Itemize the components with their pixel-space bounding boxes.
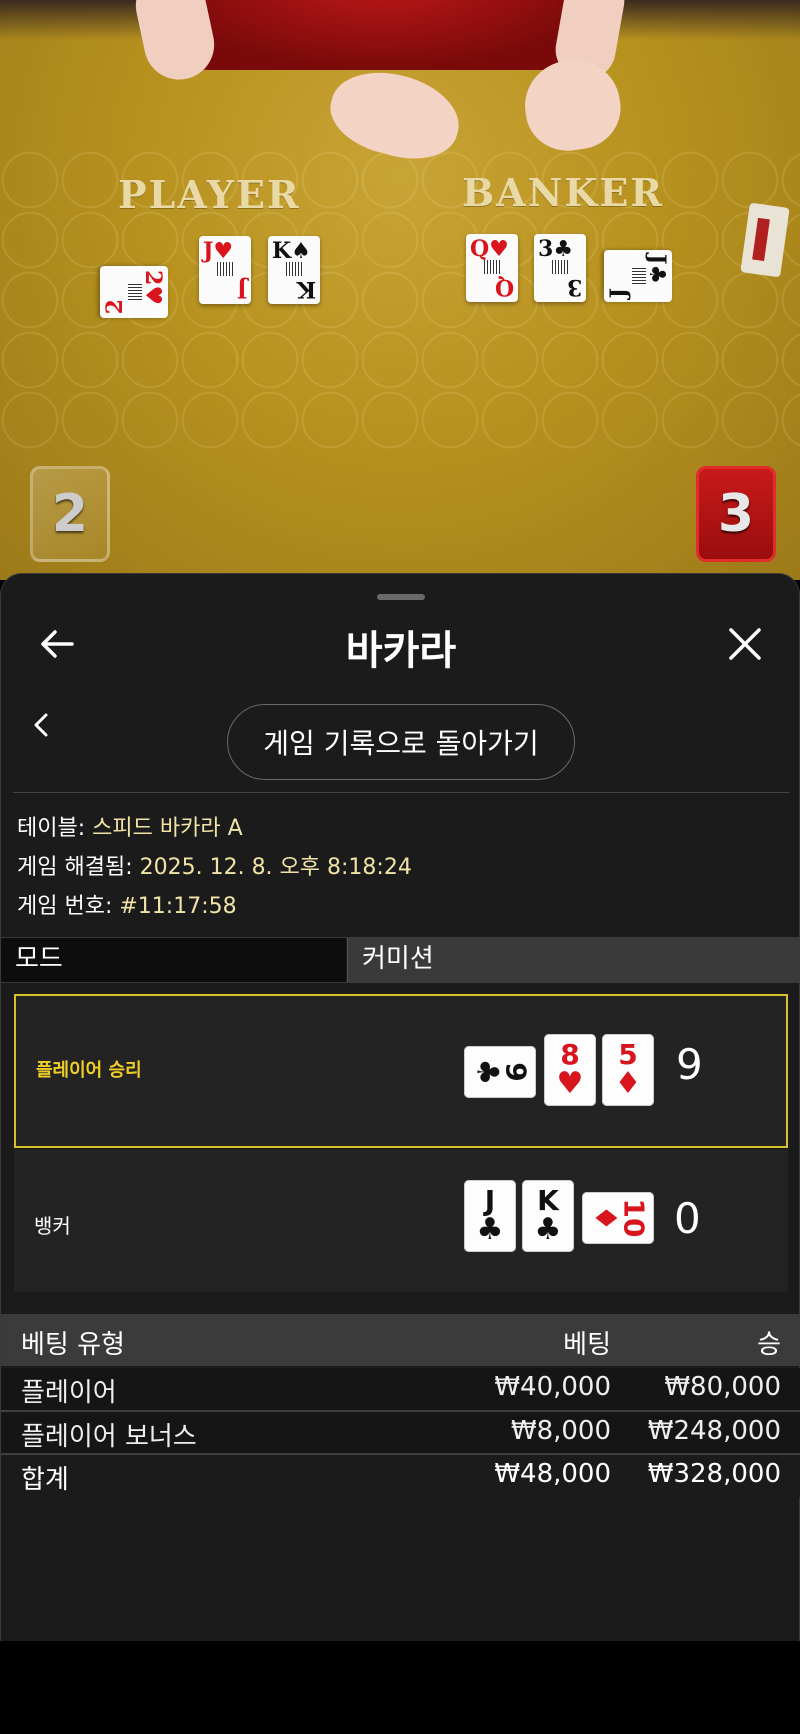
bet-amount-cell: ₩40,000 <box>494 1372 611 1402</box>
table-info: 테이블: 스피드 바카라 A <box>17 810 243 842</box>
bets-table-header: 베팅 유형 베팅 승 <box>1 1314 800 1366</box>
sheet-drag-handle[interactable] <box>377 594 425 600</box>
table-player-card-3: K♠ K <box>268 236 320 304</box>
banker-score-badge: 3 <box>696 466 776 562</box>
banker-result-row: 뱅커 J ♣ K ♣ 10 ♦ 0 <box>14 1150 788 1292</box>
win-amount-cell: ₩248,000 <box>647 1416 781 1446</box>
table-info-label: 테이블: <box>17 816 86 841</box>
header-win: 승 <box>757 1330 781 1360</box>
table-row: 플레이어 보너스 ₩8,000 ₩248,000 <box>1 1412 800 1454</box>
divider <box>13 792 789 793</box>
game-number-value: #11:17:58 <box>119 894 237 919</box>
table-player-card-2: J♥ J <box>199 236 251 304</box>
table-banker-card-3: J♣ J <box>604 250 672 302</box>
resolved-info: 게임 해결됨: 2025. 12. 8. 오후 8:18:24 <box>17 849 412 881</box>
header-bet-type: 베팅 유형 <box>21 1330 125 1360</box>
win-amount-cell: ₩80,000 <box>664 1372 781 1402</box>
mode-label: 모드 <box>1 938 346 982</box>
sheet-title: 바카라 <box>345 628 457 674</box>
player-result-label: 플레이어 승리 <box>36 1060 142 1081</box>
header-bet: 베팅 <box>563 1330 611 1360</box>
resolved-info-value: 2025. 12. 8. 오후 8:18:24 <box>139 855 412 880</box>
live-video-feed: PLAYER BANKER 2♥ 2 J♥ J K♠ K Q♥ Q 3♣ 3 J… <box>0 0 800 580</box>
resolved-info-label: 게임 해결됨: <box>17 855 133 880</box>
chevron-left-icon <box>34 713 48 737</box>
table-banker-card-1: Q♥ Q <box>466 234 518 302</box>
table-banker-label: BANKER <box>462 170 664 215</box>
total-row: 합계 ₩48,000 ₩328,000 <box>1 1455 800 1497</box>
table-banker-card-2: 3♣ 3 <box>534 234 586 302</box>
previous-button[interactable] <box>21 700 61 750</box>
game-history-sheet: 바카라 게임 기록으로 돌아가기 테이블: 스피드 바카라 A 게임 해결됨: … <box>0 573 800 1641</box>
result-player-card-1: 9 ♣ <box>464 1046 536 1098</box>
total-bet: ₩48,000 <box>494 1459 611 1489</box>
close-icon <box>729 628 761 660</box>
table-player-label: PLAYER <box>118 172 301 217</box>
bet-amount-cell: ₩8,000 <box>510 1416 611 1446</box>
bet-type-cell: 플레이어 보너스 <box>21 1422 197 1452</box>
commission-label: 커미션 <box>347 938 800 982</box>
table-info-value: 스피드 바카라 A <box>92 816 243 841</box>
banker-result-label: 뱅커 <box>34 1214 71 1238</box>
banker-result-score: 0 <box>674 1194 701 1243</box>
return-to-history-button[interactable]: 게임 기록으로 돌아가기 <box>227 704 575 780</box>
player-result-row: 플레이어 승리 9 ♣ 8 ♥ 5 ♦ 9 <box>14 994 788 1148</box>
result-banker-card-3: 10 ♦ <box>582 1192 654 1244</box>
table-player-card-1: 2♥ 2 <box>100 266 168 318</box>
result-player-card-3: 5 ♦ <box>602 1034 654 1106</box>
player-result-score: 9 <box>676 1040 703 1089</box>
close-button[interactable] <box>715 614 775 674</box>
result-banker-card-1: J ♣ <box>464 1180 516 1252</box>
dealer-left-arm <box>129 0 221 87</box>
result-banker-card-2: K ♣ <box>522 1180 574 1252</box>
table-row: 플레이어 ₩40,000 ₩80,000 <box>1 1368 800 1410</box>
total-win: ₩328,000 <box>647 1459 781 1489</box>
total-label: 합계 <box>21 1465 69 1495</box>
game-number-info: 게임 번호: #11:17:58 <box>17 888 237 920</box>
game-number-label: 게임 번호: <box>17 894 113 919</box>
player-score-badge: 2 <box>30 466 110 562</box>
bet-type-cell: 플레이어 <box>21 1378 117 1408</box>
result-player-card-2: 8 ♥ <box>544 1034 596 1106</box>
dealer-dress <box>150 0 610 70</box>
mode-row: 모드 커미션 <box>1 937 800 983</box>
